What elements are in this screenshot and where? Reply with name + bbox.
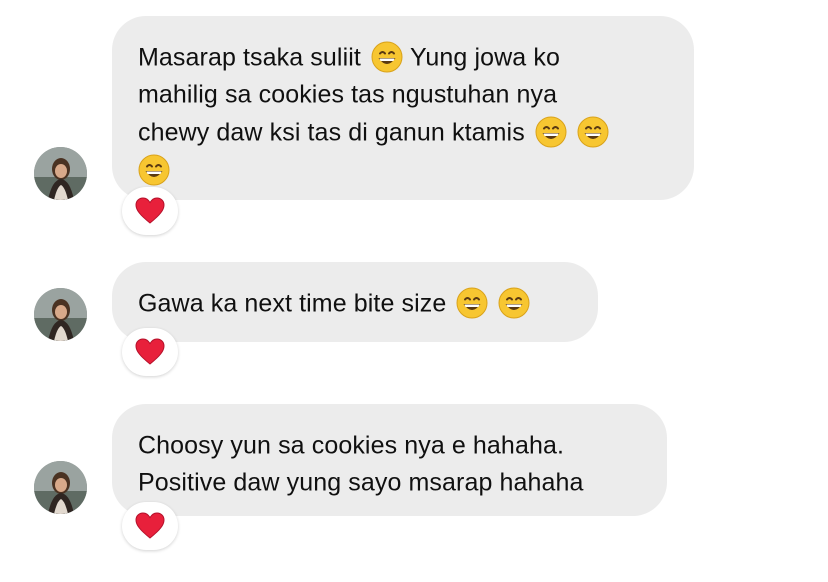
message-text: mahilig sa cookies tas ngustuhan nya [138, 80, 558, 109]
message-text: Gawa ka next time bite size [138, 289, 447, 318]
heart-icon [135, 197, 165, 224]
message-line: mahilig sa cookies tas ngustuhan nya [138, 75, 670, 112]
message-line: chewy daw ksi tas di ganun ktamis [138, 113, 670, 150]
message-line [138, 150, 670, 186]
message-line: Gawa ka next time bite size [138, 284, 574, 321]
message-text: Choosy yun sa cookies nya e hahaha. [138, 431, 564, 460]
avatar[interactable] [34, 288, 87, 341]
message-bubble[interactable]: Gawa ka next time bite size [112, 262, 598, 342]
message-text-trail: Yung jowa ko [410, 43, 560, 72]
heart-icon [135, 338, 165, 365]
grinning-face-with-smiling-eyes-icon [371, 41, 403, 73]
grinning-face-with-smiling-eyes-icon [498, 287, 530, 319]
message-line: Masarap tsaka suliit Yung jowa ko [138, 38, 670, 75]
avatar-photo [34, 461, 87, 514]
heart-icon [135, 512, 165, 539]
message-bubble[interactable]: Masarap tsaka suliit Yung jowa ko mahili… [112, 16, 694, 200]
avatar-photo [34, 147, 87, 200]
message-text: Masarap tsaka suliit [138, 43, 361, 72]
avatar[interactable] [34, 147, 87, 200]
heart-reaction[interactable] [122, 328, 178, 376]
message-bubble[interactable]: Choosy yun sa cookies nya e hahaha. Posi… [112, 404, 667, 516]
avatar[interactable] [34, 461, 87, 514]
heart-reaction[interactable] [122, 187, 178, 235]
avatar-photo [34, 288, 87, 341]
grinning-face-with-smiling-eyes-icon [535, 116, 567, 148]
message-thread: Masarap tsaka suliit Yung jowa ko mahili… [0, 0, 828, 582]
grinning-face-with-smiling-eyes-icon [456, 287, 488, 319]
heart-reaction[interactable] [122, 502, 178, 550]
grinning-face-with-smiling-eyes-icon [138, 154, 170, 186]
message-text: chewy daw ksi tas di ganun ktamis [138, 118, 525, 147]
message-line: Choosy yun sa cookies nya e hahaha. [138, 426, 643, 463]
message-line: Positive daw yung sayo msarap hahaha [138, 463, 643, 500]
message-text: Positive daw yung sayo msarap hahaha [138, 468, 584, 497]
grinning-face-with-smiling-eyes-icon [577, 116, 609, 148]
